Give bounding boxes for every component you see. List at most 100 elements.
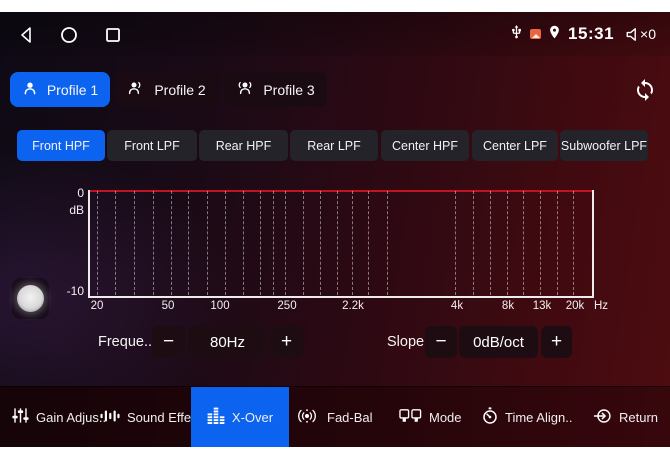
y-axis-min-label: -10 [56, 284, 84, 298]
slope-value: 0dB/oct [459, 326, 538, 358]
grid-line [490, 191, 491, 295]
toolbar-label: Sound Effe.. [127, 410, 198, 425]
volume-knob-button[interactable] [12, 278, 49, 319]
stopwatch-icon [482, 407, 498, 428]
toolbar-sound-effects[interactable]: Sound Effe.. [100, 387, 198, 447]
grid-line [540, 191, 541, 295]
x-tick-label: 50 [162, 300, 175, 312]
grid-line [225, 191, 226, 295]
grid-line [387, 191, 388, 295]
tab-subwoofer-lpf[interactable]: Subwoofer LPF [560, 130, 648, 161]
toolbar-x-over[interactable]: X-Over [191, 387, 289, 447]
grid-line [171, 191, 172, 295]
x-tick-label: 250 [277, 300, 296, 312]
tab-label: Front LPF [124, 139, 180, 153]
knob-icon [17, 285, 44, 312]
grid-line [115, 191, 116, 295]
plot-area [88, 190, 594, 298]
grid-line [97, 191, 98, 295]
grid-line [188, 191, 189, 295]
tab-rear-hpf[interactable]: Rear HPF [199, 130, 288, 161]
toolbar-label: X-Over [232, 410, 273, 425]
toolbar-label: Return [619, 410, 658, 425]
tab-label: Front HPF [32, 139, 90, 153]
grid-line [303, 191, 304, 295]
tab-label: Center LPF [483, 139, 547, 153]
grid-line [352, 191, 353, 295]
mode-icon [399, 408, 422, 427]
reset-button[interactable] [629, 74, 661, 106]
toolbar-mode[interactable]: Mode [399, 387, 462, 447]
grid-line [285, 191, 286, 295]
frequency-value: 80Hz [188, 326, 267, 358]
bottom-toolbar: Gain Adjus.. Sound Effe.. X-Over Fad-Bal… [0, 386, 670, 447]
x-axis-labels: 20501002502.2k4k8k13k20kHz [0, 300, 670, 314]
tab-label: Rear LPF [307, 139, 361, 153]
volume-muted-icon [624, 26, 639, 43]
grid-line [507, 191, 508, 295]
clock: 15:31 [568, 24, 614, 44]
toolbar-label: Mode [429, 410, 462, 425]
location-icon [547, 24, 562, 45]
tab-label: Subwoofer LPF [561, 139, 647, 153]
x-tick-label: 100 [210, 300, 229, 312]
grid-line [573, 191, 574, 295]
grid-line [523, 191, 524, 295]
grid-line [320, 191, 321, 295]
person-broadcast-icon [236, 80, 254, 99]
toolbar-gain-adjust[interactable]: Gain Adjus.. [12, 387, 106, 447]
status-bar: 15:31 ×0 [0, 12, 670, 56]
toolbar-time-align[interactable]: Time Align.. [482, 387, 572, 447]
app-notification-icon [530, 29, 541, 39]
tab-front-lpf[interactable]: Front LPF [107, 130, 197, 161]
grid-line [455, 191, 456, 295]
grid-line [557, 191, 558, 295]
equalizer-icon [207, 407, 225, 428]
grid-line [368, 191, 369, 295]
grid-line [473, 191, 474, 295]
grid-line [260, 191, 261, 295]
profile-2-button[interactable]: Profile 2 [115, 72, 218, 107]
response-curve [90, 190, 592, 192]
tab-rear-lpf[interactable]: Rear LPF [290, 130, 378, 161]
return-arrow-icon [593, 408, 612, 427]
x-tick-label: 20k [566, 300, 585, 312]
frequency-increase-button[interactable]: + [270, 326, 303, 358]
grid-line [207, 191, 208, 295]
grid-line [243, 191, 244, 295]
frequency-label: Freque.. [98, 326, 152, 358]
slope-decrease-button[interactable]: − [425, 326, 457, 358]
toolbar-fad-bal[interactable]: Fad-Bal [294, 387, 373, 447]
sync-icon [633, 78, 657, 102]
slope-label: Slope [387, 326, 424, 358]
profile-1-button[interactable]: Profile 1 [10, 72, 110, 107]
volume-status: ×0 [624, 26, 656, 43]
x-tick-label: 2.2k [342, 300, 364, 312]
slope-increase-button[interactable]: + [541, 326, 572, 358]
person-icon [22, 80, 38, 99]
frequency-decrease-button[interactable]: − [152, 326, 185, 358]
tab-center-lpf[interactable]: Center LPF [472, 130, 558, 161]
toolbar-label: Gain Adjus.. [36, 410, 106, 425]
home-icon[interactable] [60, 26, 78, 44]
grid-line [134, 191, 135, 295]
x-tick-label: 13k [533, 300, 552, 312]
fade-balance-icon [294, 408, 320, 427]
toolbar-return[interactable]: Return [593, 387, 658, 447]
grid-line [337, 191, 338, 295]
back-icon[interactable] [18, 26, 33, 44]
grid-line [273, 191, 274, 295]
profile-label: Profile 3 [263, 82, 314, 98]
toolbar-label: Fad-Bal [327, 410, 373, 425]
profile-label: Profile 1 [47, 82, 98, 98]
tab-center-hpf[interactable]: Center HPF [381, 130, 469, 161]
tab-front-hpf[interactable]: Front HPF [17, 130, 105, 161]
tab-label: Center HPF [392, 139, 458, 153]
grid-line [153, 191, 154, 295]
recents-icon[interactable] [105, 27, 121, 43]
mute-count: ×0 [640, 26, 656, 42]
profile-3-button[interactable]: Profile 3 [224, 72, 327, 107]
x-tick-label: Hz [594, 300, 608, 312]
tab-label: Rear HPF [216, 139, 272, 153]
gain-sliders-icon [12, 407, 29, 427]
